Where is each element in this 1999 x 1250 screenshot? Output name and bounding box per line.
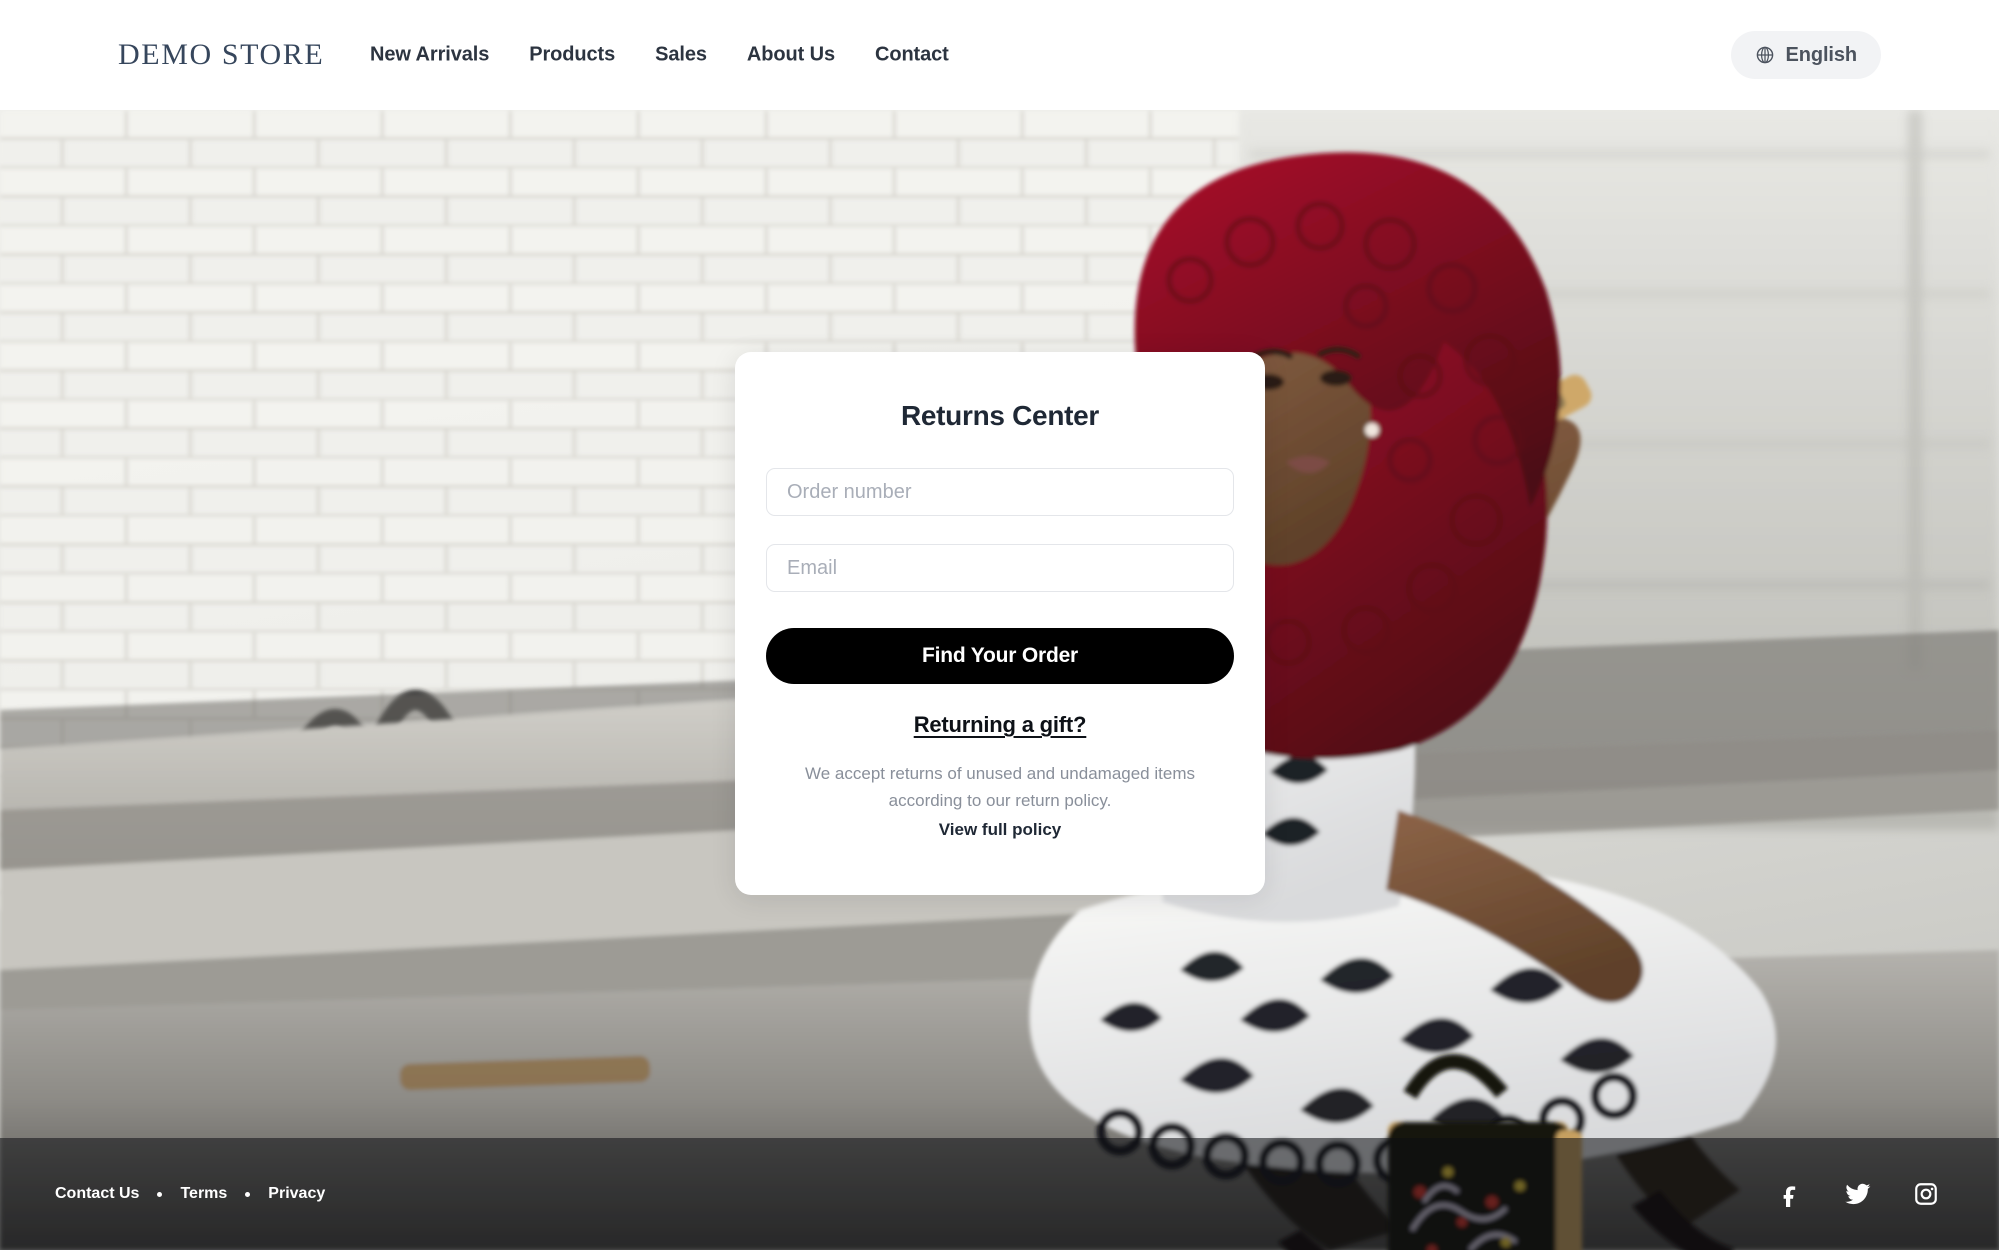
facebook-icon[interactable]	[1777, 1181, 1803, 1207]
footer-link-contact-us[interactable]: Contact Us	[55, 1185, 139, 1203]
footer-social-links	[1777, 1181, 1939, 1207]
footer-link-privacy[interactable]: Privacy	[268, 1185, 325, 1203]
nav-link-new-arrivals[interactable]: New Arrivals	[370, 44, 489, 67]
nav-link-sales[interactable]: Sales	[655, 44, 707, 67]
separator-dot-icon	[157, 1191, 163, 1197]
footer-links: Contact Us Terms Privacy	[55, 1185, 325, 1203]
site-header: DEMO STORE New Arrivals Products Sales A…	[0, 0, 1999, 110]
language-selector[interactable]: English	[1731, 31, 1881, 79]
instagram-icon[interactable]	[1913, 1181, 1939, 1207]
card-title: Returns Center	[900, 400, 1100, 431]
view-full-policy-link[interactable]: View full policy	[766, 820, 1234, 840]
twitter-icon[interactable]	[1845, 1181, 1871, 1207]
nav-link-about-us[interactable]: About Us	[747, 44, 835, 67]
returning-a-gift-link[interactable]: Returning a gift?	[766, 712, 1234, 738]
nav-link-products[interactable]: Products	[529, 44, 615, 67]
policy-note: We accept returns of unused and undamage…	[805, 764, 1195, 810]
nav-link-contact[interactable]: Contact	[875, 44, 949, 67]
footer-link-terms[interactable]: Terms	[180, 1185, 227, 1203]
email-input[interactable]	[766, 544, 1234, 592]
page-root: DEMO STORE New Arrivals Products Sales A…	[0, 0, 1999, 1250]
brand-logo[interactable]: DEMO STORE	[118, 38, 324, 72]
main-nav: New Arrivals Products Sales About Us Con…	[370, 44, 949, 67]
globe-icon	[1757, 46, 1774, 64]
separator-dot-icon	[245, 1191, 251, 1197]
order-number-input[interactable]	[766, 468, 1234, 516]
site-footer: Contact Us Terms Privacy	[0, 1138, 1999, 1250]
language-label: English	[1785, 43, 1857, 66]
find-your-order-button[interactable]: Find Your Order	[766, 628, 1234, 684]
returns-center-card: Returns Center Find Your Order Returning…	[735, 352, 1265, 895]
